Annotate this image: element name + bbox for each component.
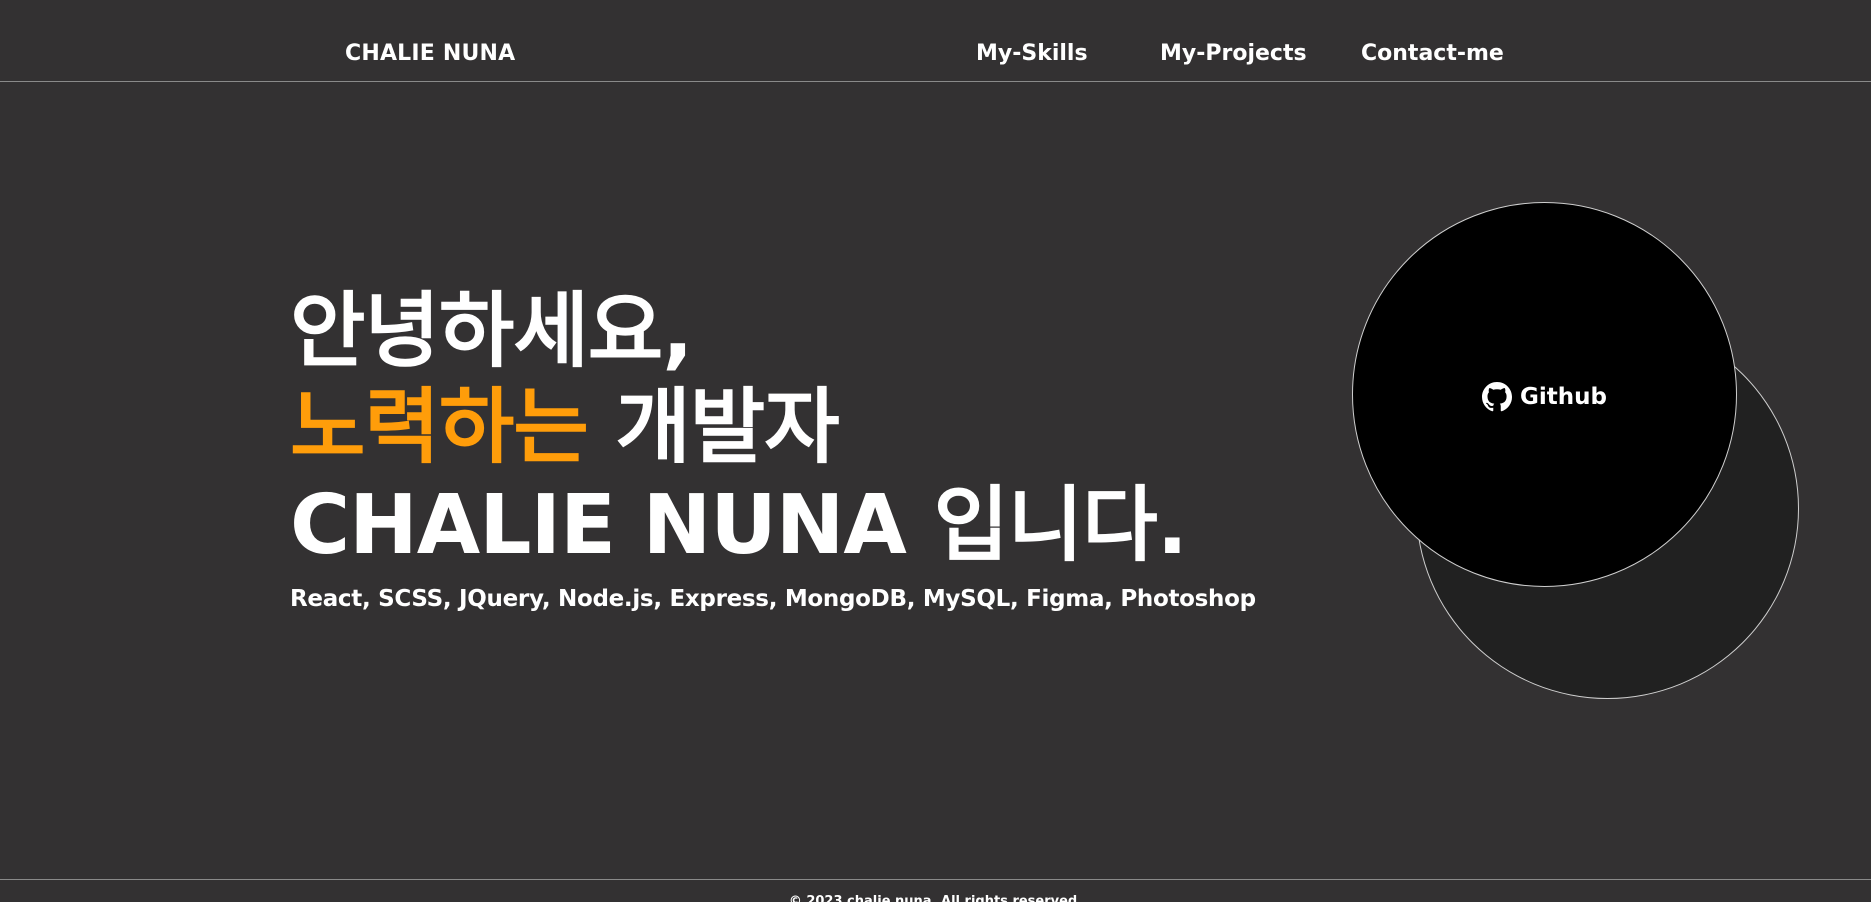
hero-role-text: 개발자 xyxy=(587,380,839,475)
site-header: CHALIE NUNA My-Skills My-Projects Contac… xyxy=(0,0,1871,82)
brand-logo[interactable]: CHALIE NUNA xyxy=(345,41,515,66)
github-circle-button[interactable]: Github xyxy=(1352,202,1737,587)
github-icon xyxy=(1482,381,1513,412)
copyright-text: © 2023 chalie nuna. All rights reserved. xyxy=(788,894,1083,902)
nav-contact-me[interactable]: Contact-me xyxy=(1361,41,1504,66)
page: CHALIE NUNA My-Skills My-Projects Contac… xyxy=(0,0,1871,902)
nav-my-projects[interactable]: My-Projects xyxy=(1160,41,1307,66)
github-label: Github xyxy=(1520,383,1607,410)
hero-name: CHALIE NUNA 입니다. xyxy=(290,478,1188,573)
tech-stack: React, SCSS, JQuery, Node.js, Express, M… xyxy=(290,586,1256,612)
nav-my-skills[interactable]: My-Skills xyxy=(976,41,1088,66)
hero-role-accent: 노력하는 xyxy=(290,380,589,475)
github-link[interactable]: Github xyxy=(1482,381,1607,412)
site-footer: © 2023 chalie nuna. All rights reserved. xyxy=(0,879,1871,902)
hero-greeting: 안녕하세요, xyxy=(290,284,693,379)
hero-role: 노력하는 개발자 xyxy=(290,380,840,476)
